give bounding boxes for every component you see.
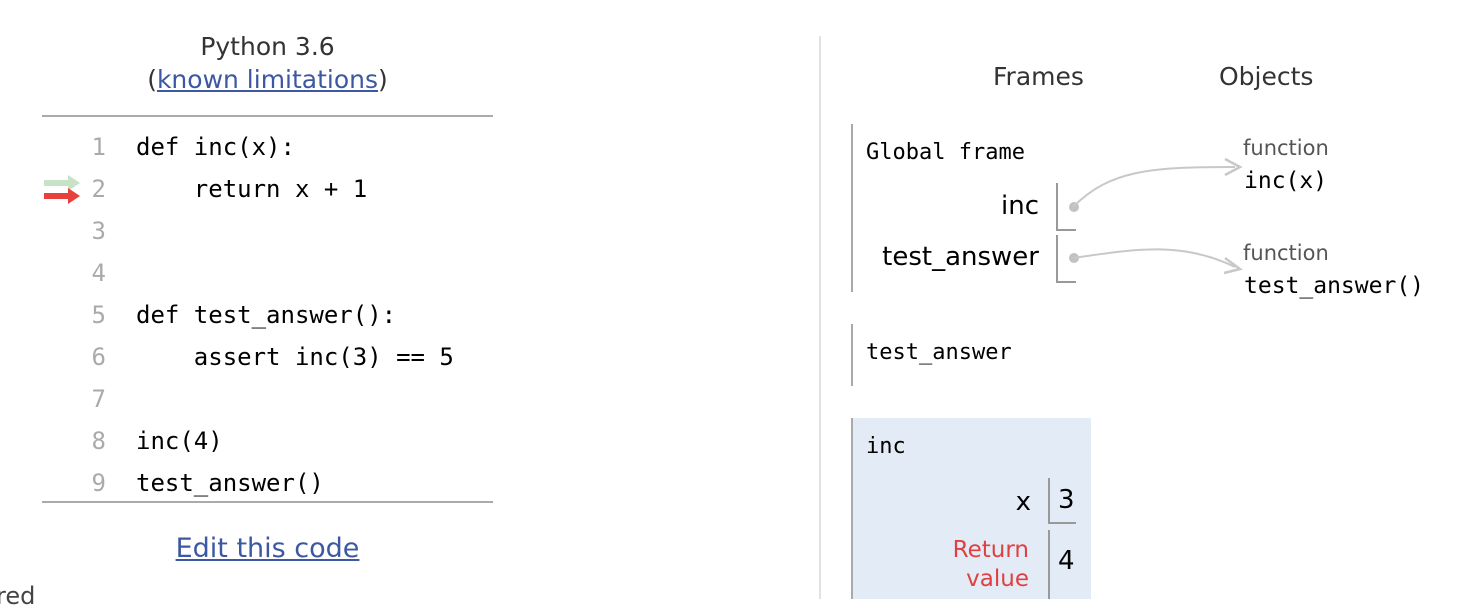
code-text: def test_answer():: [136, 301, 397, 329]
code-top-rule: [42, 115, 493, 117]
return-value-label: Return value: [952, 537, 1029, 592]
code-line-5: 5 def test_answer():: [42, 294, 493, 336]
line-number: 4: [91, 259, 106, 287]
object-type-label: function: [1243, 241, 1329, 265]
code-line-9: 9 test_answer(): [42, 462, 493, 504]
object-type-label: function: [1243, 136, 1329, 160]
edit-code-link[interactable]: Edit this code: [42, 533, 493, 564]
frame-title: inc: [866, 434, 906, 459]
var-name-inc: inc: [1001, 191, 1039, 221]
pointer-arrows: [1072, 157, 1243, 275]
code-line-6: 6 assert inc(3) == 5: [42, 336, 493, 378]
frames-header: Frames: [993, 62, 1084, 91]
known-limitations-link[interactable]: known limitations: [157, 65, 378, 94]
language-header: Python 3.6 (known limitations): [42, 30, 493, 96]
line-number: 2: [91, 175, 106, 203]
code-text: assert inc(3) == 5: [136, 343, 454, 371]
code-text: return x + 1: [136, 175, 368, 203]
code-text: test_answer(): [136, 469, 324, 497]
line-number: 8: [91, 427, 106, 455]
global-frame: Global frame inc test_answer: [851, 124, 1083, 292]
code-text: inc(4): [136, 427, 223, 455]
frame-inc-active: inc x 3 Return value 4: [851, 418, 1091, 599]
limitations-line: (known limitations): [147, 65, 388, 94]
footer-text-fragment: red: [0, 582, 36, 610]
var-name-test-answer: test_answer: [882, 242, 1039, 272]
object-function-inc: inc(x): [1244, 168, 1328, 194]
frame-test-answer: test_answer: [851, 324, 1083, 386]
line-number: 5: [91, 301, 106, 329]
code-listing: 1 def inc(x): 2 return x + 1 3 4 5 def t…: [42, 126, 493, 504]
objects-header: Objects: [1219, 62, 1314, 91]
line-number: 7: [91, 385, 106, 413]
frame-title: test_answer: [866, 340, 1012, 365]
code-line-8: 8 inc(4): [42, 420, 493, 462]
object-function-test-answer: test_answer(): [1244, 273, 1425, 299]
line-number: 3: [91, 217, 106, 245]
return-value: 4: [1058, 546, 1075, 576]
line-number: 9: [91, 469, 106, 497]
code-line-4: 4: [42, 252, 493, 294]
code-bottom-rule: [42, 501, 493, 503]
var-name-x: x: [1015, 487, 1031, 517]
language-version: Python 3.6: [200, 32, 335, 61]
code-line-7: 7: [42, 378, 493, 420]
frame-title: Global frame: [866, 140, 1025, 165]
line-number: 1: [91, 133, 106, 161]
panel-divider: [819, 36, 821, 599]
line-number: 6: [91, 343, 106, 371]
code-line-1: 1 def inc(x):: [42, 126, 493, 168]
var-value-x: 3: [1058, 485, 1075, 515]
code-line-3: 3: [42, 210, 493, 252]
code-text: def inc(x):: [136, 133, 295, 161]
code-line-2: 2 return x + 1: [42, 168, 493, 210]
